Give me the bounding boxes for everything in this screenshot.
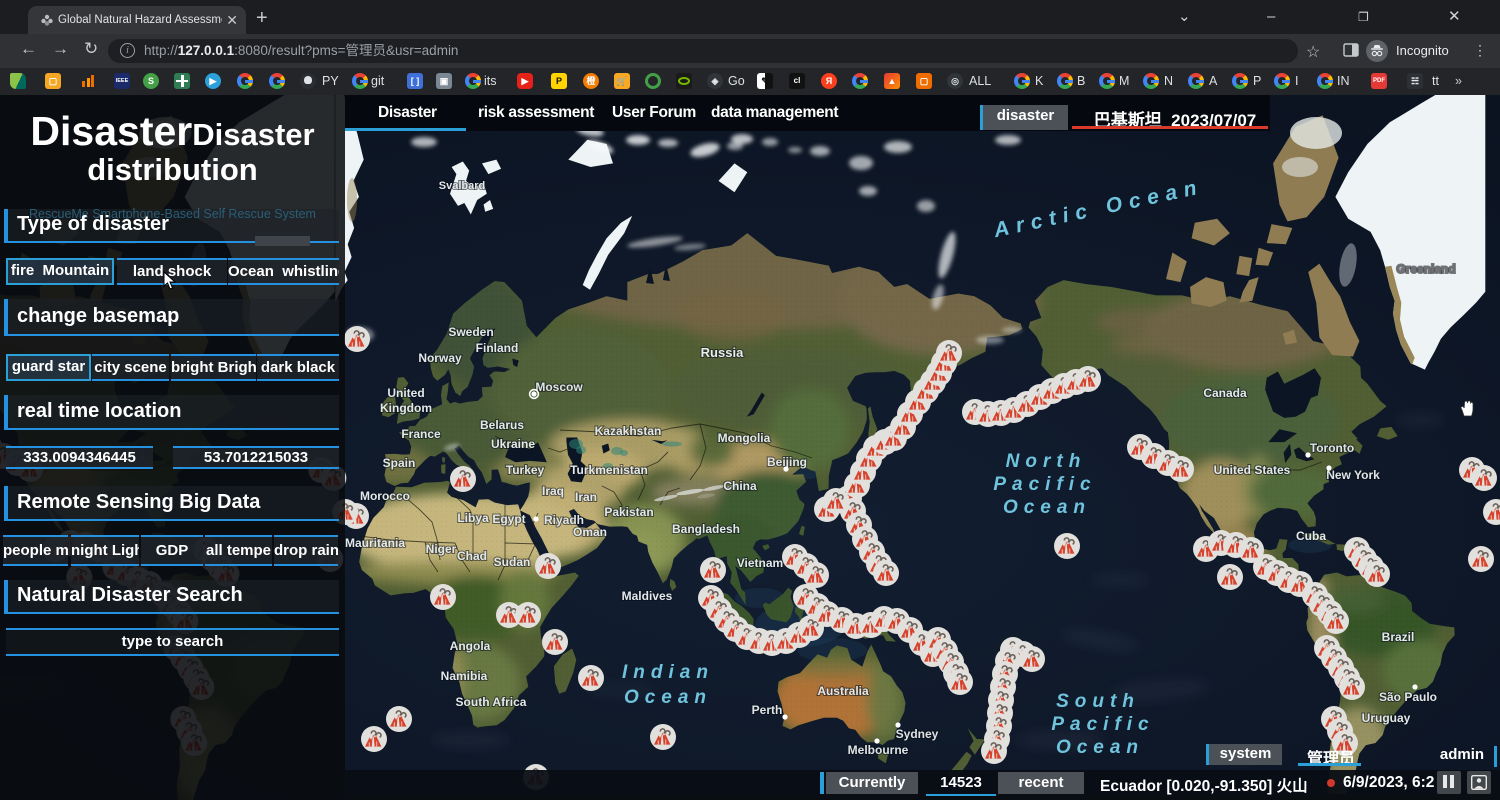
svg-text:Canada: Canada — [1203, 386, 1247, 400]
svg-text:Kingdom: Kingdom — [380, 401, 432, 415]
svg-text:Indian: Indian — [622, 662, 714, 683]
svg-text:Sweden: Sweden — [448, 325, 493, 339]
svg-text:Ocean: Ocean — [1003, 497, 1091, 518]
svg-text:Uruguay: Uruguay — [1362, 711, 1411, 725]
svg-text:Maldives: Maldives — [622, 589, 673, 603]
svg-text:France: France — [401, 427, 441, 441]
svg-text:Finland: Finland — [476, 341, 519, 355]
svg-text:Vietnam: Vietnam — [737, 556, 783, 570]
svg-text:China: China — [723, 479, 757, 493]
svg-text:Sudan: Sudan — [494, 555, 531, 569]
svg-text:Norway: Norway — [418, 351, 462, 365]
svg-text:Namibia: Namibia — [441, 669, 488, 683]
svg-text:Pakistan: Pakistan — [604, 505, 653, 519]
svg-text:New York: New York — [1326, 468, 1380, 482]
svg-text:Mongolia: Mongolia — [718, 431, 771, 445]
svg-text:North: North — [1006, 451, 1087, 472]
svg-text:Brazil: Brazil — [1382, 630, 1415, 644]
svg-text:Cuba: Cuba — [1296, 529, 1326, 543]
svg-text:Australia: Australia — [817, 684, 869, 698]
svg-text:Turkmenistan: Turkmenistan — [570, 463, 648, 477]
svg-text:Spain: Spain — [383, 456, 416, 470]
svg-text:Melbourne: Melbourne — [848, 743, 909, 757]
svg-text:Angola: Angola — [450, 639, 491, 653]
svg-text:Kazakhstan: Kazakhstan — [595, 424, 662, 438]
svg-text:Pacific: Pacific — [993, 474, 1096, 495]
svg-text:South Africa: South Africa — [456, 695, 527, 709]
svg-text:Chad: Chad — [457, 549, 487, 563]
svg-text:São Paulo: São Paulo — [1379, 690, 1437, 704]
svg-text:Ukraine: Ukraine — [491, 437, 535, 451]
svg-text:Greenland: Greenland — [1396, 262, 1455, 276]
svg-text:Svalbard: Svalbard — [439, 180, 485, 192]
svg-text:Pacific: Pacific — [1051, 714, 1154, 735]
svg-text:Belarus: Belarus — [480, 418, 524, 432]
svg-text:Libya: Libya — [457, 511, 489, 525]
svg-text:Ocean: Ocean — [624, 687, 712, 708]
svg-text:United States: United States — [1214, 463, 1291, 477]
svg-text:Russia: Russia — [701, 345, 744, 360]
svg-text:Toronto: Toronto — [1310, 441, 1354, 455]
svg-text:Iran: Iran — [575, 490, 597, 504]
svg-text:Mauritania: Mauritania — [345, 536, 405, 550]
svg-text:Perth: Perth — [752, 703, 783, 717]
svg-text:Niger: Niger — [426, 542, 457, 556]
svg-text:Egypt: Egypt — [492, 512, 525, 526]
svg-text:Oman: Oman — [573, 525, 607, 539]
svg-text:South: South — [1056, 691, 1140, 712]
svg-text:Iraq: Iraq — [542, 484, 564, 498]
svg-text:Sydney: Sydney — [896, 727, 939, 741]
svg-text:Moscow: Moscow — [535, 380, 583, 394]
svg-text:Ocean: Ocean — [1056, 737, 1144, 758]
svg-text:Turkey: Turkey — [506, 463, 545, 477]
svg-text:Bangladesh: Bangladesh — [672, 522, 740, 536]
svg-text:United: United — [387, 386, 424, 400]
svg-text:Morocco: Morocco — [360, 489, 410, 503]
